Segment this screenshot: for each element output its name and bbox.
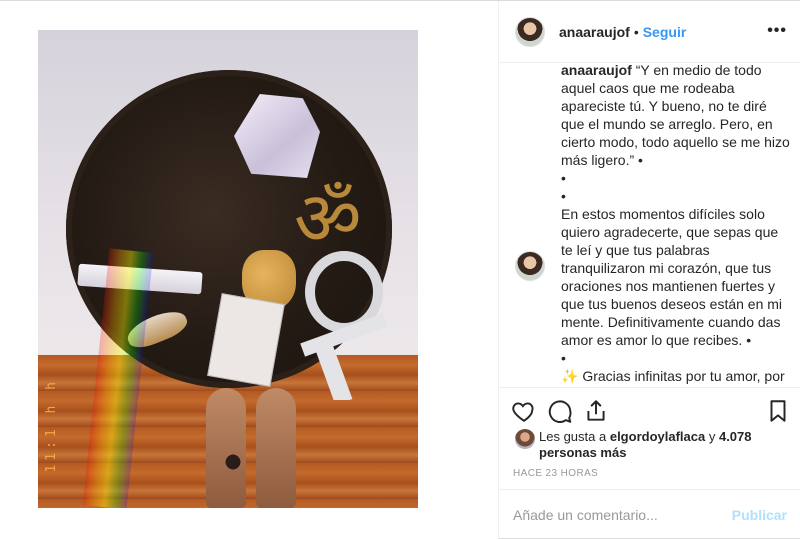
photo-leg-right: [256, 388, 296, 508]
photo-feet: [198, 375, 308, 508]
caption-line: Gracias infinitas por tu amor, por tu re…: [561, 368, 785, 387]
caption-line: “Y en medio de todo aquel caos que me ro…: [561, 63, 790, 168]
comments-area[interactable]: anaaraujof “Y en medio de todo aquel cao…: [499, 63, 800, 387]
avatar[interactable]: [515, 16, 545, 47]
post-caption: anaaraujof “Y en medio de todo aquel cao…: [561, 63, 793, 387]
post-header: anaaraujof • Seguir •••: [499, 1, 800, 63]
comment-form: Publicar: [499, 489, 800, 539]
post-media: ॐ 11:1 h h: [0, 1, 498, 539]
caption-line: •: [561, 188, 566, 204]
caption-username[interactable]: anaaraujof: [561, 63, 632, 78]
caption-line: •: [561, 350, 566, 366]
heart-icon[interactable]: [511, 398, 537, 424]
photo-tattoo: [222, 450, 244, 474]
photo-leg-left: [206, 388, 246, 508]
bookmark-icon[interactable]: [765, 398, 791, 424]
more-icon[interactable]: •••: [767, 22, 787, 40]
header-separator: •: [633, 23, 639, 40]
likes-text: Les gusta a elgordoylaflaca y 4.078 pers…: [539, 429, 791, 461]
comment-input[interactable]: [513, 507, 732, 523]
header-username[interactable]: anaaraujof: [559, 24, 630, 40]
likes-joiner: y: [708, 429, 716, 444]
caption-avatar[interactable]: [515, 251, 545, 281]
liker-avatar[interactable]: [515, 429, 535, 449]
post-photo[interactable]: ॐ 11:1 h h: [38, 30, 418, 508]
comment-icon[interactable]: [547, 398, 573, 424]
photo-om-symbol: ॐ: [294, 176, 362, 262]
follow-button[interactable]: Seguir: [643, 24, 687, 40]
post-frame: ॐ 11:1 h h anaaraujof • Seguir ••• anaar…: [0, 0, 800, 539]
sparkles-icon: ✨: [561, 368, 579, 384]
action-bar: [499, 387, 800, 431]
share-icon[interactable]: [583, 398, 609, 424]
liker-username[interactable]: elgordoylaflaca: [610, 429, 705, 444]
post-timestamp[interactable]: HACE 23 HORAS: [513, 468, 598, 479]
publish-button[interactable]: Publicar: [732, 507, 787, 523]
likes-prefix: Les gusta a: [539, 429, 607, 444]
photo-crystal: [234, 94, 320, 178]
photo-date-stamp: 11:1 h h: [44, 378, 59, 473]
post-side-panel: anaaraujof • Seguir ••• anaaraujof “Y en…: [498, 1, 800, 539]
caption-line: En estos momentos difíciles solo quiero …: [561, 206, 783, 348]
caption-line: •: [561, 170, 566, 186]
photo-card: [207, 293, 285, 387]
